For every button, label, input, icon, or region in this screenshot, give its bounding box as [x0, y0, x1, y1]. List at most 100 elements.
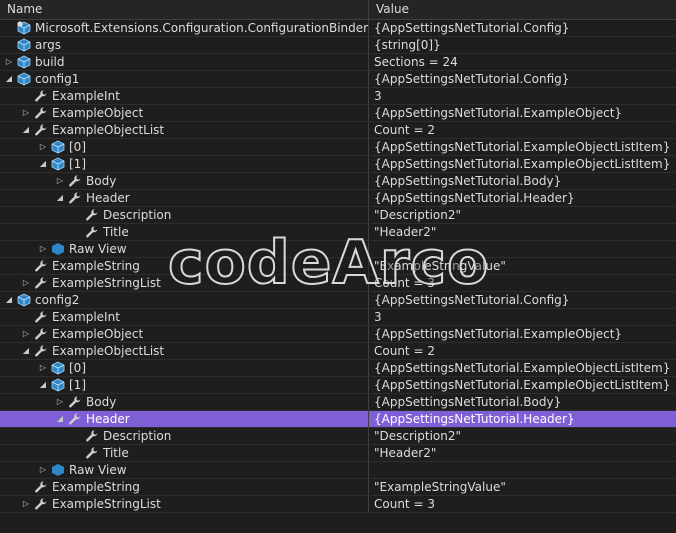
collapse-arrow-icon[interactable]: ◢	[55, 190, 65, 206]
name-cell[interactable]: ◢ Header	[0, 190, 369, 206]
name-cell[interactable]: ExampleString	[0, 258, 369, 274]
name-cell[interactable]: args	[0, 37, 369, 53]
tree-row[interactable]: ▷ Raw View	[0, 241, 676, 258]
tree-row[interactable]: Description "Description2"	[0, 428, 676, 445]
tree-row[interactable]: ExampleInt 3	[0, 88, 676, 105]
tree-row[interactable]: Title "Header2"	[0, 445, 676, 462]
value-cell[interactable]: {AppSettingsNetTutorial.ExampleObject}	[370, 326, 676, 342]
value-cell[interactable]: {AppSettingsNetTutorial.ExampleObjectLis…	[370, 360, 676, 376]
collapse-arrow-icon[interactable]: ◢	[4, 292, 14, 308]
collapse-arrow-icon[interactable]: ◢	[55, 411, 65, 427]
value-cell[interactable]: {AppSettingsNetTutorial.ExampleObjectLis…	[370, 377, 676, 393]
name-cell[interactable]: Description	[0, 207, 369, 223]
value-cell[interactable]	[370, 462, 676, 478]
expand-arrow-icon[interactable]: ▷	[21, 496, 31, 512]
tree-row[interactable]: ExampleInt 3	[0, 309, 676, 326]
value-cell[interactable]: {AppSettingsNetTutorial.ExampleObjectLis…	[370, 156, 676, 172]
value-cell[interactable]: Count = 2	[370, 122, 676, 138]
value-cell[interactable]	[370, 241, 676, 257]
expand-arrow-icon[interactable]: ▷	[38, 241, 48, 257]
name-column-header[interactable]: Name	[0, 0, 369, 19]
expand-arrow-icon[interactable]: ▷	[55, 173, 65, 189]
collapse-arrow-icon[interactable]: ◢	[38, 377, 48, 393]
expand-arrow-icon[interactable]: ▷	[21, 326, 31, 342]
value-cell[interactable]: {AppSettingsNetTutorial.Config}	[370, 292, 676, 308]
expand-arrow-icon[interactable]: ▷	[21, 105, 31, 121]
value-cell[interactable]: "ExampleStringValue"	[370, 258, 676, 274]
name-cell[interactable]: Microsoft.Extensions.Configuration.Confi…	[0, 20, 369, 36]
name-cell[interactable]: ◢ config1	[0, 71, 369, 87]
value-cell[interactable]: Count = 2	[370, 343, 676, 359]
tree-row[interactable]: ▷ ExampleStringList Count = 3	[0, 275, 676, 292]
tree-row[interactable]: ▷ ExampleObject {AppSettingsNetTutorial.Ex…	[0, 326, 676, 343]
value-cell[interactable]: {AppSettingsNetTutorial.ExampleObject}	[370, 105, 676, 121]
value-cell[interactable]: {AppSettingsNetTutorial.Config}	[370, 20, 676, 36]
name-cell[interactable]: Description	[0, 428, 369, 444]
name-cell[interactable]: ▷ build	[0, 54, 369, 70]
value-cell[interactable]: 3	[370, 88, 676, 104]
value-cell[interactable]: Sections = 24	[370, 54, 676, 70]
value-cell[interactable]: {AppSettingsNetTutorial.Header}	[370, 411, 676, 427]
tree-row[interactable]: ▷ [0] {AppSettingsNetTutorial.ExampleObjec…	[0, 139, 676, 156]
tree-row[interactable]: ▷ Body {AppSettingsNetTutorial.Body}	[0, 394, 676, 411]
name-cell[interactable]: Title	[0, 224, 369, 240]
value-cell[interactable]: "Description2"	[370, 207, 676, 223]
expand-arrow-icon[interactable]: ▷	[38, 139, 48, 155]
tree-row[interactable]: ExampleString "ExampleStringValue"	[0, 479, 676, 496]
tree-row[interactable]: ◢ config2 {AppSettingsNetTutorial.Config}	[0, 292, 676, 309]
collapse-arrow-icon[interactable]: ◢	[38, 156, 48, 172]
name-cell[interactable]: ◢ config2	[0, 292, 369, 308]
expand-arrow-icon[interactable]: ▷	[4, 54, 14, 70]
name-cell[interactable]: ExampleString	[0, 479, 369, 495]
tree-row[interactable]: ◢ Header {AppSettingsNetTutorial.Header}	[0, 190, 676, 207]
collapse-arrow-icon[interactable]: ◢	[21, 343, 31, 359]
value-cell[interactable]: {AppSettingsNetTutorial.ExampleObjectLis…	[370, 139, 676, 155]
tree-row[interactable]: ▷ ExampleStringList Count = 3	[0, 496, 676, 513]
collapse-arrow-icon[interactable]: ◢	[21, 122, 31, 138]
expand-arrow-icon[interactable]: ▷	[38, 360, 48, 376]
name-cell[interactable]: ▷ ExampleStringList	[0, 275, 369, 291]
name-cell[interactable]: ExampleInt	[0, 309, 369, 325]
name-cell[interactable]: ◢ Header	[0, 411, 369, 427]
tree-row[interactable]: ▷ Raw View	[0, 462, 676, 479]
name-cell[interactable]: ▷ [0]	[0, 360, 369, 376]
value-cell[interactable]: {string[0]}	[370, 37, 676, 53]
tree-row[interactable]: Microsoft.Extensions.Configuration.Confi…	[0, 20, 676, 37]
tree-row[interactable]: Description "Description2"	[0, 207, 676, 224]
name-cell[interactable]: ▷ ExampleObject	[0, 105, 369, 121]
collapse-arrow-icon[interactable]: ◢	[4, 71, 14, 87]
tree-row[interactable]: ◢ ExampleObjectList Count = 2	[0, 343, 676, 360]
name-cell[interactable]: Title	[0, 445, 369, 461]
expand-arrow-icon[interactable]: ▷	[38, 462, 48, 478]
name-cell[interactable]: ◢ ExampleObjectList	[0, 343, 369, 359]
expand-arrow-icon[interactable]: ▷	[55, 394, 65, 410]
expand-arrow-icon[interactable]: ▷	[21, 275, 31, 291]
tree-row[interactable]: ▷ [0] {AppSettingsNetTutorial.ExampleObjec…	[0, 360, 676, 377]
name-cell[interactable]: ExampleInt	[0, 88, 369, 104]
tree-row[interactable]: ▷ Body {AppSettingsNetTutorial.Body}	[0, 173, 676, 190]
tree-row[interactable]: Title "Header2"	[0, 224, 676, 241]
value-cell[interactable]: "Header2"	[370, 224, 676, 240]
name-cell[interactable]: ▷ [0]	[0, 139, 369, 155]
tree-row[interactable]: ▷ build Sections = 24	[0, 54, 676, 71]
name-cell[interactable]: ◢ [1]	[0, 377, 369, 393]
value-cell[interactable]: "ExampleStringValue"	[370, 479, 676, 495]
name-cell[interactable]: ◢ ExampleObjectList	[0, 122, 369, 138]
tree-row[interactable]: ExampleString "ExampleStringValue"	[0, 258, 676, 275]
tree-row[interactable]: ◢ [1] {AppSettingsNetTutorial.ExampleObjec…	[0, 377, 676, 394]
tree-row[interactable]: ◢ config1 {AppSettingsNetTutorial.Config}	[0, 71, 676, 88]
name-cell[interactable]: ▷ ExampleStringList	[0, 496, 369, 512]
name-cell[interactable]: ▷ Raw View	[0, 462, 369, 478]
value-cell[interactable]: {AppSettingsNetTutorial.Header}	[370, 190, 676, 206]
name-cell[interactable]: ▷ ExampleObject	[0, 326, 369, 342]
tree-row[interactable]: ◢ Header {AppSettingsNetTutorial.Header}	[0, 411, 676, 428]
tree-row[interactable]: ◢ ExampleObjectList Count = 2	[0, 122, 676, 139]
value-cell[interactable]: "Header2"	[370, 445, 676, 461]
name-cell[interactable]: ▷ Body	[0, 394, 369, 410]
tree-row[interactable]: args {string[0]}	[0, 37, 676, 54]
value-cell[interactable]: {AppSettingsNetTutorial.Body}	[370, 394, 676, 410]
name-cell[interactable]: ▷ Body	[0, 173, 369, 189]
value-cell[interactable]: {AppSettingsNetTutorial.Config}	[370, 71, 676, 87]
value-cell[interactable]: "Description2"	[370, 428, 676, 444]
tree-row[interactable]: ▷ ExampleObject {AppSettingsNetTutorial.Ex…	[0, 105, 676, 122]
